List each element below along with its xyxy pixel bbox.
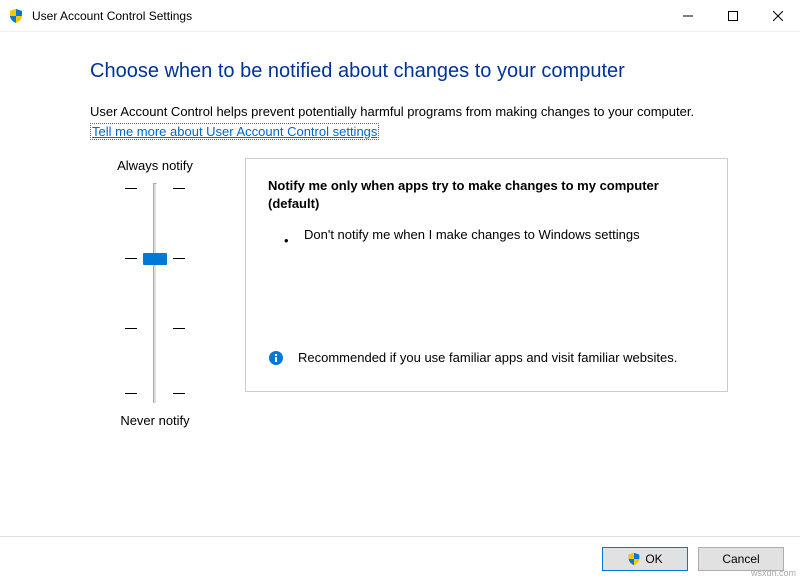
shield-icon [627, 552, 641, 566]
window-controls [665, 0, 800, 31]
footer: OK Cancel [0, 536, 800, 580]
cancel-button[interactable]: Cancel [698, 547, 784, 571]
maximize-button[interactable] [710, 0, 755, 31]
titlebar: User Account Control Settings [0, 0, 800, 32]
detail-bullet: • Don't notify me when I make changes to… [284, 226, 705, 250]
info-icon [268, 350, 284, 371]
ok-button[interactable]: OK [602, 547, 688, 571]
ok-label: OK [645, 552, 662, 566]
slider-tick [125, 393, 185, 394]
bullet-icon: • [284, 232, 290, 250]
slider-label-bottom: Never notify [120, 413, 189, 428]
shield-icon [8, 8, 24, 24]
detail-box: Notify me only when apps try to make cha… [245, 158, 728, 392]
slider-label-top: Always notify [117, 158, 193, 173]
content-area: Choose when to be notified about changes… [0, 32, 800, 428]
bullet-text: Don't notify me when I make changes to W… [304, 226, 640, 244]
slider-thumb[interactable] [143, 253, 167, 265]
recommendation-row: Recommended if you use familiar apps and… [268, 349, 705, 371]
detail-title: Notify me only when apps try to make cha… [268, 177, 705, 213]
notification-slider[interactable] [125, 183, 185, 403]
intro-text: User Account Control helps prevent poten… [90, 103, 728, 121]
window-title: User Account Control Settings [32, 9, 665, 23]
close-button[interactable] [755, 0, 800, 31]
help-link[interactable]: Tell me more about User Account Control … [90, 123, 379, 140]
page-heading: Choose when to be notified about changes… [90, 60, 728, 83]
recommendation-text: Recommended if you use familiar apps and… [298, 349, 677, 367]
slider-column: Always notify Never notify [90, 158, 220, 428]
minimize-button[interactable] [665, 0, 710, 31]
slider-tick [125, 328, 185, 329]
main-area: Always notify Never notify Notify me onl… [90, 158, 728, 428]
slider-tick [125, 188, 185, 189]
slider-track [153, 183, 157, 403]
